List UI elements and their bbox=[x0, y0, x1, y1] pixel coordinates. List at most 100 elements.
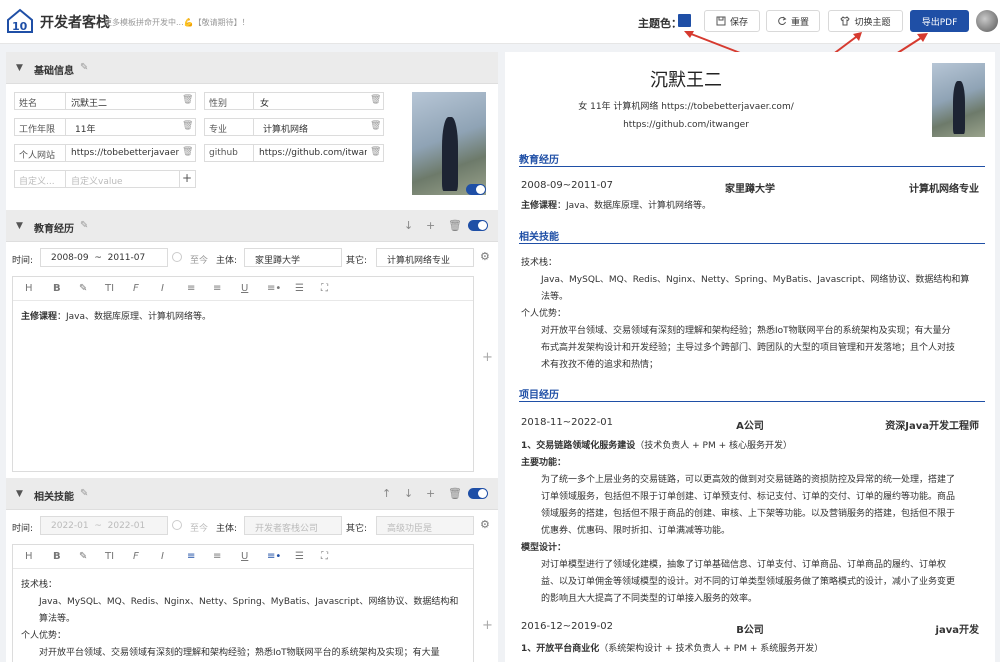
arrow-down-icon[interactable]: ↓ bbox=[404, 219, 413, 232]
gear-icon[interactable]: ⚙ bbox=[480, 518, 490, 531]
skills-toggle[interactable] bbox=[468, 488, 488, 499]
project-item-note: （技术负责人 + PM + 核心服务开发） bbox=[635, 441, 792, 451]
underline-icon[interactable]: U bbox=[241, 551, 248, 562]
fullscreen-icon[interactable]: ⛶ bbox=[321, 283, 328, 294]
work-years-field[interactable]: 工作年限 11年 🗑 bbox=[14, 118, 196, 136]
highlight-icon[interactable]: ✎ bbox=[79, 551, 87, 562]
indent-icon[interactable]: ≡• bbox=[267, 551, 281, 562]
project-org: B公司 bbox=[736, 625, 764, 636]
website-field[interactable]: 个人网站 https://tobebetterjavaer.com/ 🗑 bbox=[14, 144, 196, 162]
gear-icon[interactable]: ⚙ bbox=[480, 250, 490, 263]
resume-edu-course: 主修课程：Java、数据库原理、计算机网络等。 bbox=[521, 198, 711, 215]
align-left-icon[interactable]: ≡ bbox=[213, 551, 221, 562]
github-key: github bbox=[209, 148, 238, 158]
app-subtitle: 更多模板拼命开发中...💪【敬请期待】！ bbox=[104, 18, 250, 27]
chevron-down-icon[interactable]: ▼ bbox=[16, 221, 23, 231]
education-toggle[interactable] bbox=[468, 220, 488, 231]
app-title: 开发者客栈 bbox=[40, 15, 110, 31]
date-range-input[interactable]: 2022-01 ~ 2022-01 bbox=[40, 516, 168, 535]
github-field[interactable]: github https://github.com/itwanger 🗑 bbox=[204, 144, 384, 162]
reset-icon bbox=[778, 16, 787, 26]
save-button[interactable]: 保存 bbox=[704, 10, 760, 32]
font-size-icon[interactable]: TI bbox=[105, 551, 114, 562]
resume-section-education: 教育经历 bbox=[519, 151, 985, 167]
shirt-icon bbox=[840, 16, 851, 26]
save-icon bbox=[716, 16, 726, 26]
reset-button[interactable]: 重置 bbox=[766, 10, 820, 32]
plus-icon[interactable]: + bbox=[482, 618, 493, 633]
trash-icon[interactable]: 🗑 bbox=[182, 95, 193, 106]
pencil-icon[interactable]: ✎ bbox=[80, 62, 88, 73]
time-label: 时间: bbox=[12, 256, 34, 266]
main-feature-line: 为了统一多个上层业务的交易链路，可以更高效的做到对交易链路的资损防控及异常的统一… bbox=[541, 475, 956, 485]
arrow-up-icon[interactable]: ↑ bbox=[382, 487, 391, 500]
photo-toggle[interactable] bbox=[466, 184, 486, 195]
gender-field[interactable]: 性别 女 🗑 bbox=[204, 92, 384, 110]
resume-section-skills: 相关技能 bbox=[519, 228, 985, 244]
body-input[interactable]: 家里蹲大学 bbox=[244, 248, 342, 267]
pencil-icon[interactable]: ✎ bbox=[80, 220, 88, 231]
italic-icon[interactable]: I bbox=[161, 551, 164, 562]
plus-icon[interactable]: + bbox=[426, 487, 435, 500]
trash-icon[interactable]: 🗑 bbox=[370, 121, 381, 132]
bold-icon[interactable]: B bbox=[53, 551, 61, 562]
education-content[interactable]: 主修课程：Java、数据库原理、计算机网络等。 bbox=[21, 309, 211, 326]
list-icon[interactable]: ☰ bbox=[295, 283, 304, 294]
basic-info-header[interactable]: ▼ 基础信息 ✎ bbox=[6, 52, 498, 84]
font-icon[interactable]: F bbox=[133, 283, 139, 294]
trash-icon[interactable]: 🗑 bbox=[182, 121, 193, 132]
italic-icon[interactable]: I bbox=[161, 283, 164, 294]
custom-key-input[interactable]: 自定义... bbox=[19, 174, 55, 187]
trash-icon[interactable]: 🗑 bbox=[448, 219, 462, 232]
skills-header[interactable]: ▼ 相关技能 ✎ ↑ ↓ + 🗑 bbox=[6, 478, 498, 510]
align-left-icon[interactable]: ≡ bbox=[213, 283, 221, 294]
now-label: 至今 bbox=[190, 256, 209, 266]
bold-icon[interactable]: B bbox=[53, 283, 61, 294]
heading-icon[interactable]: H bbox=[25, 551, 33, 562]
font-icon[interactable]: F bbox=[133, 551, 139, 562]
heading-icon[interactable]: H bbox=[25, 283, 33, 294]
other-input[interactable]: 计算机网络专业 bbox=[376, 248, 474, 267]
other-input[interactable]: 高级功臣是 bbox=[376, 516, 474, 535]
theme-color-swatch[interactable] bbox=[678, 14, 691, 27]
profile-photo[interactable] bbox=[412, 92, 486, 195]
trash-icon[interactable]: 🗑 bbox=[448, 487, 462, 500]
plus-icon[interactable]: + bbox=[426, 219, 435, 232]
user-avatar[interactable] bbox=[976, 10, 998, 32]
date-separator: ~ bbox=[94, 521, 102, 531]
now-radio[interactable] bbox=[172, 520, 182, 530]
app-logo-icon[interactable]: 10 bbox=[6, 8, 34, 34]
body-input[interactable]: 开发者客栈公司 bbox=[244, 516, 342, 535]
skills-rich-editor[interactable]: H B ✎ TI F I ≡ ≡ U ≡• ☰ ⛶ 技术栈： Java、MySQ… bbox=[12, 544, 474, 662]
chevron-down-icon[interactable]: ▼ bbox=[16, 489, 23, 499]
plus-icon[interactable]: + bbox=[182, 171, 192, 185]
font-size-icon[interactable]: TI bbox=[105, 283, 114, 294]
education-rich-editor[interactable]: H B ✎ TI F I ≡ ≡ U ≡• ☰ ⛶ 主修课程：Java、数据库原… bbox=[12, 276, 474, 472]
trash-icon[interactable]: 🗑 bbox=[182, 147, 193, 158]
date-range-input[interactable]: 2008-09 ~ 2011-07 bbox=[40, 248, 168, 267]
trash-icon[interactable]: 🗑 bbox=[370, 147, 381, 158]
trash-icon[interactable]: 🗑 bbox=[370, 95, 381, 106]
align-center-icon[interactable]: ≡ bbox=[187, 283, 195, 294]
website-key: 个人网站 bbox=[19, 151, 56, 161]
fullscreen-icon[interactable]: ⛶ bbox=[321, 551, 328, 562]
highlight-icon[interactable]: ✎ bbox=[79, 283, 87, 294]
custom-value-input[interactable]: 自定义value bbox=[71, 174, 171, 187]
align-center-icon[interactable]: ≡ bbox=[187, 551, 195, 562]
pencil-icon[interactable]: ✎ bbox=[80, 488, 88, 499]
underline-icon[interactable]: U bbox=[241, 283, 248, 294]
chevron-down-icon[interactable]: ▼ bbox=[16, 63, 23, 73]
arrow-down-icon[interactable]: ↓ bbox=[404, 487, 413, 500]
education-header[interactable]: ▼ 教育经历 ✎ ↓ + 🗑 bbox=[6, 210, 498, 242]
major-field[interactable]: 专业 计算机网络 🗑 bbox=[204, 118, 384, 136]
plus-icon[interactable]: + bbox=[482, 350, 493, 365]
indent-icon[interactable]: ≡• bbox=[267, 283, 281, 294]
switch-theme-button[interactable]: 切换主题 bbox=[828, 10, 903, 32]
export-pdf-button[interactable]: 导出PDF bbox=[910, 10, 969, 32]
website-value: https://tobebetterjavaer.com/ bbox=[71, 148, 179, 158]
now-radio[interactable] bbox=[172, 252, 182, 262]
custom-field[interactable]: 自定义... 自定义value + bbox=[14, 170, 196, 188]
name-field[interactable]: 姓名 沉默王二 🗑 bbox=[14, 92, 196, 110]
list-icon[interactable]: ☰ bbox=[295, 551, 304, 562]
skills-content[interactable]: 技术栈： Java、MySQL、MQ、Redis、Nginx、Netty、Spr… bbox=[21, 577, 458, 662]
